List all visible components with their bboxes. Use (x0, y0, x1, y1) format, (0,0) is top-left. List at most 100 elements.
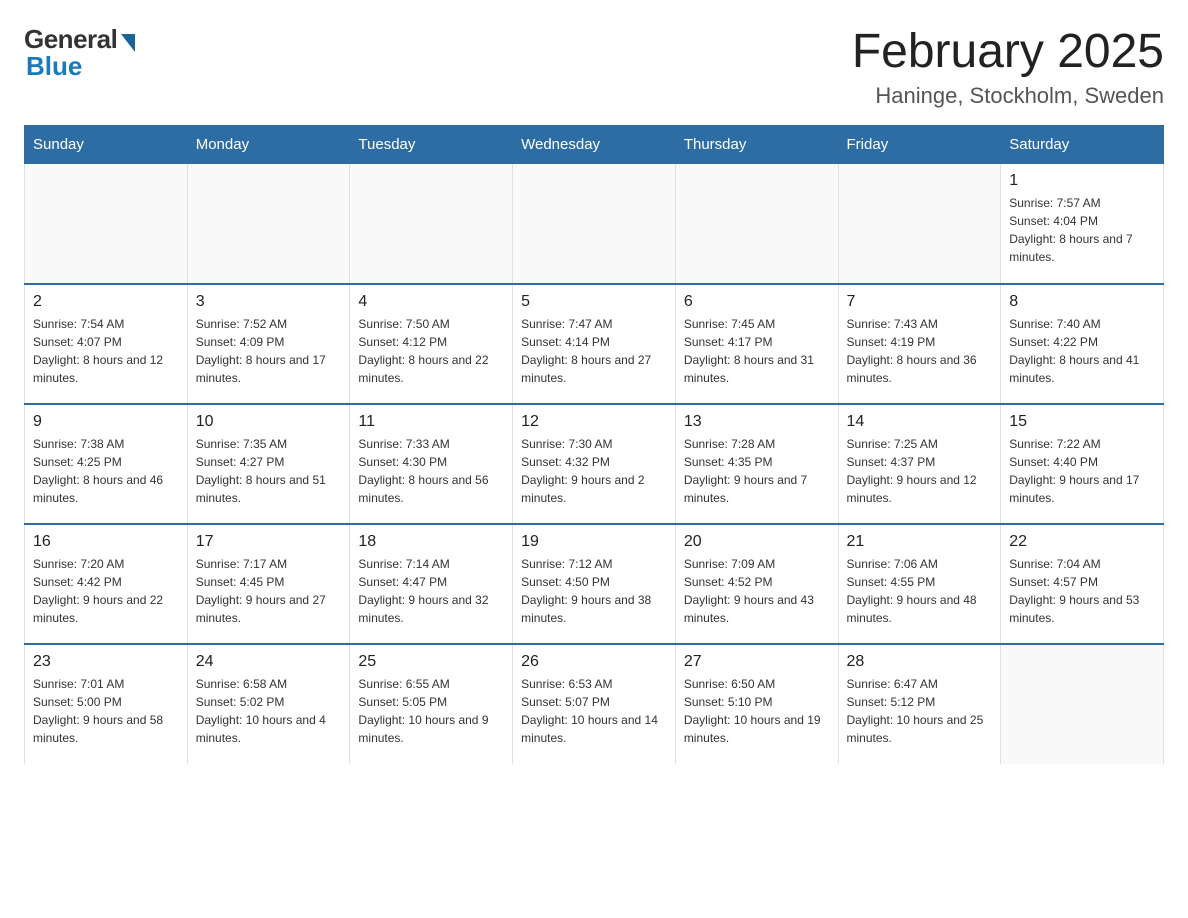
calendar-cell: 5 Sunrise: 7:47 AM Sunset: 4:14 PM Daylig… (513, 284, 676, 404)
day-info: Sunrise: 7:45 AM Sunset: 4:17 PM Dayligh… (684, 315, 830, 387)
calendar-cell: 4 Sunrise: 7:50 AM Sunset: 4:12 PM Daylig… (350, 284, 513, 404)
day-number: 18 (358, 533, 504, 551)
calendar-cell (1001, 644, 1164, 764)
weekday-header-wednesday: Wednesday (513, 126, 676, 164)
calendar-table: SundayMondayTuesdayWednesdayThursdayFrid… (24, 125, 1164, 764)
day-info: Sunrise: 6:55 AM Sunset: 5:05 PM Dayligh… (358, 675, 504, 747)
day-info: Sunrise: 7:33 AM Sunset: 4:30 PM Dayligh… (358, 435, 504, 507)
day-info: Sunrise: 7:35 AM Sunset: 4:27 PM Dayligh… (196, 435, 342, 507)
day-info: Sunrise: 6:58 AM Sunset: 5:02 PM Dayligh… (196, 675, 342, 747)
calendar-cell: 2Sunrise: 7:54 AM Sunset: 4:07 PM Daylig… (25, 284, 188, 404)
day-number: 28 (847, 653, 993, 671)
calendar-cell: 25 Sunrise: 6:55 AM Sunset: 5:05 PM Dayli… (350, 644, 513, 764)
calendar-cell: 21Sunrise: 7:06 AM Sunset: 4:55 PM Dayli… (838, 524, 1001, 644)
day-number: 10 (196, 413, 342, 431)
day-info: Sunrise: 7:52 AM Sunset: 4:09 PM Dayligh… (196, 315, 342, 387)
day-info: Sunrise: 7:38 AM Sunset: 4:25 PM Dayligh… (33, 435, 179, 507)
day-info: Sunrise: 7:28 AM Sunset: 4:35 PM Dayligh… (684, 435, 830, 507)
day-number: 12 (521, 413, 667, 431)
day-number: 7 (847, 293, 993, 311)
calendar-cell: 14 Sunrise: 7:25 AM Sunset: 4:37 PM Dayli… (838, 404, 1001, 524)
calendar-cell: 13Sunrise: 7:28 AM Sunset: 4:35 PM Dayli… (675, 404, 838, 524)
calendar-cell: 9Sunrise: 7:38 AM Sunset: 4:25 PM Daylig… (25, 404, 188, 524)
day-info: Sunrise: 7:25 AM Sunset: 4:37 PM Dayligh… (847, 435, 993, 507)
calendar-cell (25, 164, 188, 284)
calendar-cell: 12 Sunrise: 7:30 AM Sunset: 4:32 PM Dayli… (513, 404, 676, 524)
day-number: 16 (33, 533, 179, 551)
calendar-cell: 19 Sunrise: 7:12 AM Sunset: 4:50 PM Dayli… (513, 524, 676, 644)
calendar-cell: 6 Sunrise: 7:45 AM Sunset: 4:17 PM Daylig… (675, 284, 838, 404)
week-row-5: 23 Sunrise: 7:01 AM Sunset: 5:00 PM Dayli… (25, 644, 1164, 764)
day-info: Sunrise: 7:50 AM Sunset: 4:12 PM Dayligh… (358, 315, 504, 387)
weekday-header-sunday: Sunday (25, 126, 188, 164)
logo-arrow-icon (121, 34, 135, 52)
day-number: 3 (196, 293, 342, 311)
day-number: 20 (684, 533, 830, 551)
logo: General Blue (24, 24, 135, 82)
calendar-cell: 18 Sunrise: 7:14 AM Sunset: 4:47 PM Dayli… (350, 524, 513, 644)
calendar-cell: 8 Sunrise: 7:40 AM Sunset: 4:22 PM Daylig… (1001, 284, 1164, 404)
calendar-title: February 2025 (852, 24, 1164, 79)
page-header: General Blue February 2025 Haninge, Stoc… (24, 24, 1164, 109)
calendar-cell: 15Sunrise: 7:22 AM Sunset: 4:40 PM Dayli… (1001, 404, 1164, 524)
day-number: 22 (1009, 533, 1155, 551)
calendar-cell (187, 164, 350, 284)
logo-blue-text: Blue (24, 51, 82, 82)
day-info: Sunrise: 6:50 AM Sunset: 5:10 PM Dayligh… (684, 675, 830, 747)
calendar-cell: 3 Sunrise: 7:52 AM Sunset: 4:09 PM Daylig… (187, 284, 350, 404)
day-number: 14 (847, 413, 993, 431)
calendar-subtitle: Haninge, Stockholm, Sweden (852, 83, 1164, 109)
calendar-cell (675, 164, 838, 284)
day-info: Sunrise: 7:43 AM Sunset: 4:19 PM Dayligh… (847, 315, 993, 387)
day-info: Sunrise: 7:40 AM Sunset: 4:22 PM Dayligh… (1009, 315, 1155, 387)
calendar-cell: 1 Sunrise: 7:57 AM Sunset: 4:04 PM Daylig… (1001, 164, 1164, 284)
calendar-cell: 11 Sunrise: 7:33 AM Sunset: 4:30 PM Dayli… (350, 404, 513, 524)
day-info: Sunrise: 7:57 AM Sunset: 4:04 PM Dayligh… (1009, 194, 1155, 266)
day-number: 6 (684, 293, 830, 311)
day-info: Sunrise: 7:12 AM Sunset: 4:50 PM Dayligh… (521, 555, 667, 627)
day-number: 5 (521, 293, 667, 311)
calendar-cell (838, 164, 1001, 284)
weekday-header-saturday: Saturday (1001, 126, 1164, 164)
day-number: 11 (358, 413, 504, 431)
day-info: Sunrise: 7:20 AM Sunset: 4:42 PM Dayligh… (33, 555, 179, 627)
day-info: Sunrise: 7:04 AM Sunset: 4:57 PM Dayligh… (1009, 555, 1155, 627)
day-info: Sunrise: 7:30 AM Sunset: 4:32 PM Dayligh… (521, 435, 667, 507)
title-block: February 2025 Haninge, Stockholm, Sweden (852, 24, 1164, 109)
day-info: Sunrise: 7:14 AM Sunset: 4:47 PM Dayligh… (358, 555, 504, 627)
calendar-cell: 16 Sunrise: 7:20 AM Sunset: 4:42 PM Dayli… (25, 524, 188, 644)
day-info: Sunrise: 6:53 AM Sunset: 5:07 PM Dayligh… (521, 675, 667, 747)
day-number: 8 (1009, 293, 1155, 311)
calendar-cell: 22 Sunrise: 7:04 AM Sunset: 4:57 PM Dayli… (1001, 524, 1164, 644)
day-number: 21 (847, 533, 993, 551)
calendar-cell: 20Sunrise: 7:09 AM Sunset: 4:52 PM Dayli… (675, 524, 838, 644)
day-number: 1 (1009, 172, 1155, 190)
calendar-cell: 10 Sunrise: 7:35 AM Sunset: 4:27 PM Dayli… (187, 404, 350, 524)
day-info: Sunrise: 7:17 AM Sunset: 4:45 PM Dayligh… (196, 555, 342, 627)
day-info: Sunrise: 7:01 AM Sunset: 5:00 PM Dayligh… (33, 675, 179, 747)
calendar-cell: 24Sunrise: 6:58 AM Sunset: 5:02 PM Dayli… (187, 644, 350, 764)
day-number: 23 (33, 653, 179, 671)
weekday-header-friday: Friday (838, 126, 1001, 164)
week-row-1: 1 Sunrise: 7:57 AM Sunset: 4:04 PM Daylig… (25, 164, 1164, 284)
day-info: Sunrise: 7:47 AM Sunset: 4:14 PM Dayligh… (521, 315, 667, 387)
day-number: 26 (521, 653, 667, 671)
calendar-cell: 27 Sunrise: 6:50 AM Sunset: 5:10 PM Dayli… (675, 644, 838, 764)
day-info: Sunrise: 7:22 AM Sunset: 4:40 PM Dayligh… (1009, 435, 1155, 507)
week-row-2: 2Sunrise: 7:54 AM Sunset: 4:07 PM Daylig… (25, 284, 1164, 404)
weekday-header-thursday: Thursday (675, 126, 838, 164)
week-row-3: 9Sunrise: 7:38 AM Sunset: 4:25 PM Daylig… (25, 404, 1164, 524)
calendar-cell (350, 164, 513, 284)
weekday-header-row: SundayMondayTuesdayWednesdayThursdayFrid… (25, 126, 1164, 164)
calendar-cell (513, 164, 676, 284)
day-number: 2 (33, 293, 179, 311)
weekday-header-monday: Monday (187, 126, 350, 164)
calendar-cell: 7 Sunrise: 7:43 AM Sunset: 4:19 PM Daylig… (838, 284, 1001, 404)
weekday-header-tuesday: Tuesday (350, 126, 513, 164)
day-number: 4 (358, 293, 504, 311)
day-number: 19 (521, 533, 667, 551)
day-number: 17 (196, 533, 342, 551)
day-number: 27 (684, 653, 830, 671)
day-number: 25 (358, 653, 504, 671)
calendar-cell: 17 Sunrise: 7:17 AM Sunset: 4:45 PM Dayli… (187, 524, 350, 644)
